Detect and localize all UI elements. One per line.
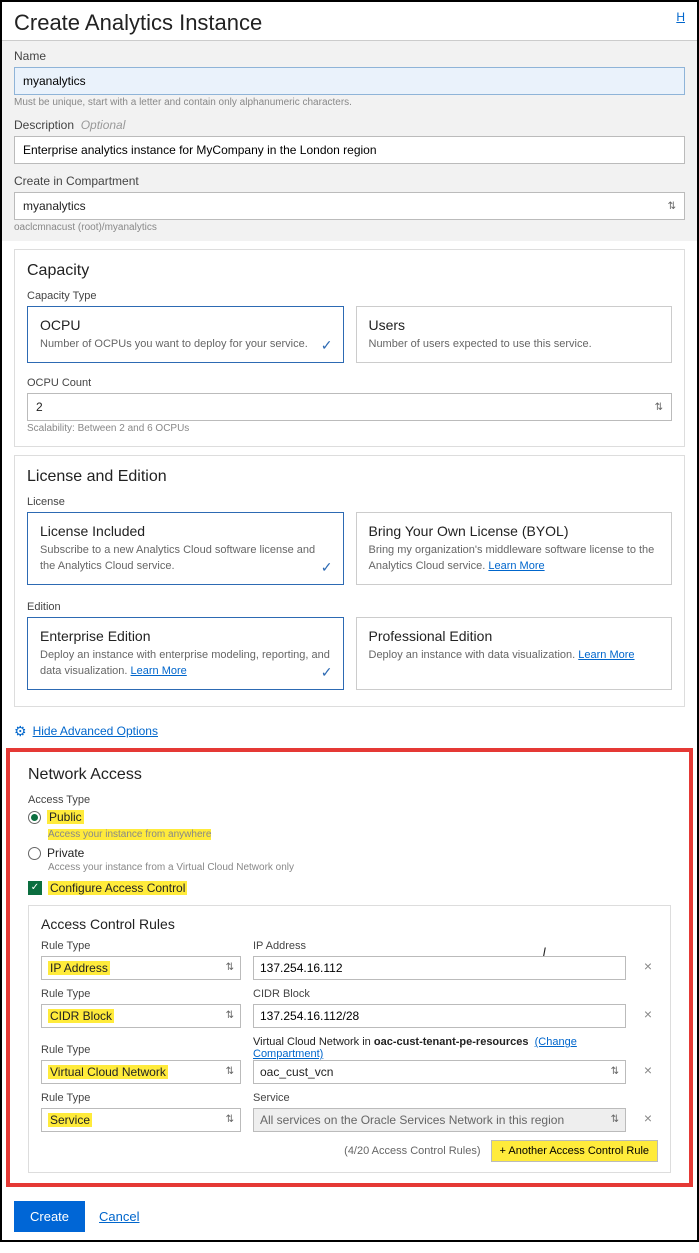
compartment-label: Create in Compartment [14, 174, 685, 188]
text-cursor-icon: I [543, 945, 546, 959]
radio-icon [28, 847, 41, 860]
radio-checked-icon [28, 811, 41, 824]
cidr-input[interactable] [253, 1004, 626, 1028]
highlight-box: Network Access Access Type Public Access… [6, 748, 693, 1187]
updown-icon: ⇅ [226, 1066, 234, 1077]
updown-icon: ⇅ [226, 1114, 234, 1125]
delete-rule-button[interactable]: × [638, 958, 658, 980]
rule-type-label: Rule Type [41, 1092, 241, 1104]
license-byol-option[interactable]: Bring Your Own License (BYOL) Bring my o… [356, 512, 673, 585]
page-title: Create Analytics Instance [14, 10, 262, 36]
learn-more-link[interactable]: Learn More [578, 649, 634, 661]
learn-more-link[interactable]: Learn More [131, 665, 187, 677]
configure-access-checkbox[interactable]: ✓ Configure Access Control [28, 881, 671, 895]
license-label: License [27, 496, 672, 508]
acr-title: Access Control Rules [41, 916, 658, 932]
license-included-option[interactable]: License Included Subscribe to a new Anal… [27, 512, 344, 585]
license-panel: License and Edition License License Incl… [14, 455, 685, 707]
name-label: Name [14, 49, 685, 63]
ocpu-count-hint: Scalability: Between 2 and 6 OCPUs [27, 423, 672, 434]
network-title: Network Access [28, 766, 671, 784]
check-icon: ✓ [321, 664, 333, 681]
public-hint: Access your instance from anywhere [48, 829, 211, 840]
rule-type-select[interactable]: IP Address⇅ [41, 956, 241, 980]
ocpu-option[interactable]: OCPU Number of OCPUs you want to deploy … [27, 306, 344, 363]
acr-count: (4/20 Access Control Rules) [344, 1145, 480, 1157]
vcn-label: Virtual Cloud Network in oac-cust-tenant… [253, 1036, 626, 1060]
name-hint: Must be unique, start with a letter and … [14, 97, 685, 108]
capacity-panel: Capacity Capacity Type OCPU Number of OC… [14, 249, 685, 447]
license-title: License and Edition [27, 468, 672, 486]
updown-icon: ⇅ [226, 962, 234, 973]
capacity-title: Capacity [27, 262, 672, 280]
compartment-select[interactable]: myanalytics⇅ [14, 192, 685, 220]
updown-icon: ⇅ [655, 402, 663, 413]
private-hint: Access your instance from a Virtual Clou… [48, 862, 671, 873]
ocpu-count-label: OCPU Count [27, 377, 672, 389]
rule-type-label: Rule Type [41, 988, 241, 1000]
cancel-button[interactable]: Cancel [99, 1209, 139, 1224]
updown-icon: ⇅ [226, 1010, 234, 1021]
learn-more-link[interactable]: Learn More [488, 560, 544, 572]
public-radio[interactable]: Public [28, 810, 671, 824]
check-icon: ✓ [321, 559, 333, 576]
rule-type-select[interactable]: Virtual Cloud Network⇅ [41, 1060, 241, 1084]
service-label: Service [253, 1092, 626, 1104]
access-type-label: Access Type [28, 794, 671, 806]
updown-icon: ⇅ [668, 201, 676, 212]
capacity-type-label: Capacity Type [27, 290, 672, 302]
rule-type-select[interactable]: CIDR Block⇅ [41, 1004, 241, 1028]
rule-type-label: Rule Type [41, 940, 241, 952]
description-input[interactable] [14, 136, 685, 164]
cidr-label: CIDR Block [253, 988, 626, 1000]
edition-label: Edition [27, 601, 672, 613]
name-input[interactable] [14, 67, 685, 95]
users-option[interactable]: Users Number of users expected to use th… [356, 306, 673, 363]
settings-icon: ⚙ [14, 723, 27, 740]
hide-advanced-link[interactable]: Hide Advanced Options [33, 724, 158, 738]
vcn-select[interactable]: oac_cust_vcn⇅ [253, 1060, 626, 1084]
compartment-path: oaclcmnacust (root)/myanalytics [14, 222, 685, 233]
professional-edition-option[interactable]: Professional Edition Deploy an instance … [356, 617, 673, 690]
create-button[interactable]: Create [14, 1201, 85, 1232]
delete-rule-button[interactable]: × [638, 1006, 658, 1028]
rule-type-select[interactable]: Service⇅ [41, 1108, 241, 1132]
ip-input[interactable] [253, 956, 626, 980]
enterprise-edition-option[interactable]: Enterprise Edition Deploy an instance wi… [27, 617, 344, 690]
service-select[interactable]: All services on the Oracle Services Netw… [253, 1108, 626, 1132]
updown-icon: ⇅ [611, 1114, 619, 1125]
delete-rule-button[interactable]: × [638, 1062, 658, 1084]
description-label: Description Optional [14, 118, 685, 132]
ocpu-count-select[interactable]: 2⇅ [27, 393, 672, 421]
check-icon: ✓ [321, 337, 333, 354]
add-rule-button[interactable]: + Another Access Control Rule [491, 1140, 659, 1162]
ip-label: IP Address [253, 940, 626, 952]
rule-type-label: Rule Type [41, 1044, 241, 1056]
help-link[interactable]: H [676, 10, 685, 24]
updown-icon: ⇅ [611, 1066, 619, 1077]
delete-rule-button[interactable]: × [638, 1110, 658, 1132]
checkbox-checked-icon: ✓ [28, 881, 42, 895]
private-radio[interactable]: Private [28, 846, 671, 860]
